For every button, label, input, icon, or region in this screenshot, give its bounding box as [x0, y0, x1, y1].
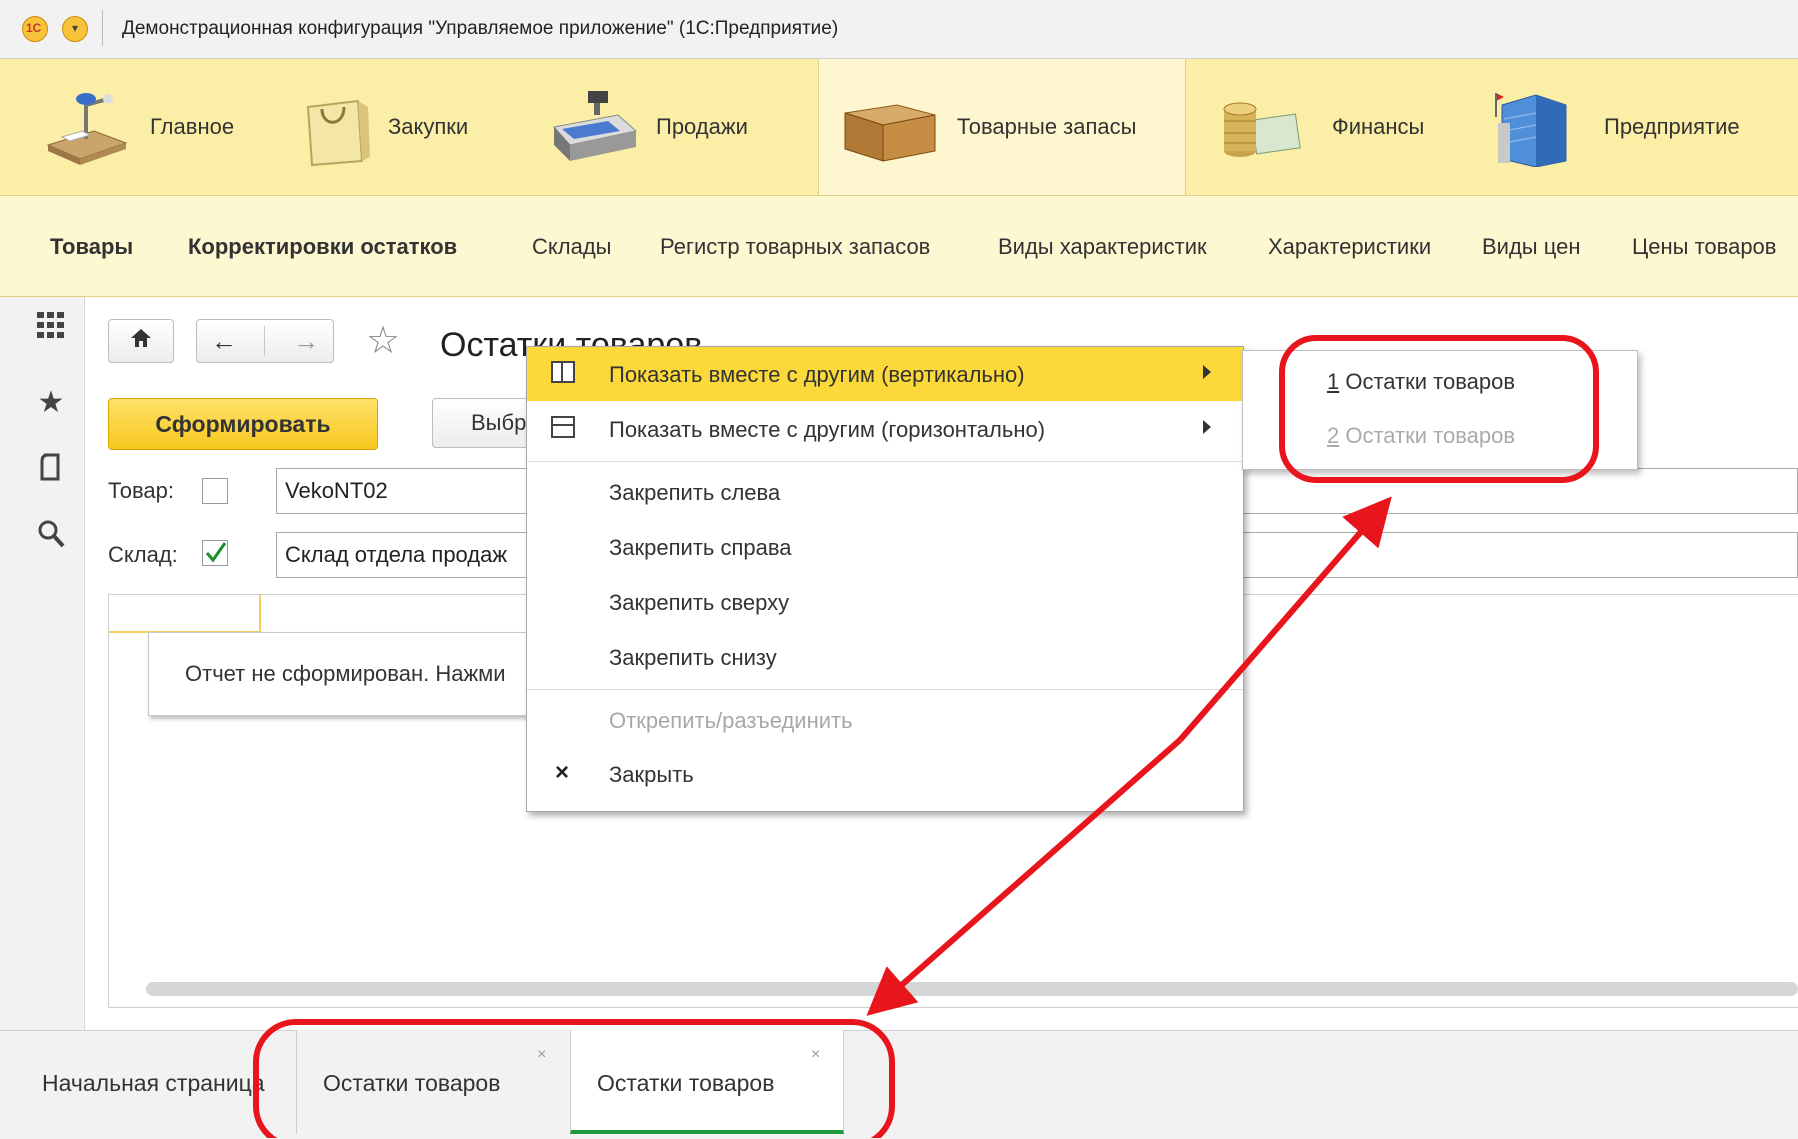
section-label: Закупки — [388, 114, 469, 139]
tab-home-page[interactable]: Начальная страница — [0, 1030, 296, 1134]
submenu-item-2: 2 Остатки товаров — [1327, 423, 1515, 449]
search-icon[interactable] — [34, 519, 68, 556]
menu-item-label: Закрепить справа — [609, 535, 792, 560]
apps-grid-icon[interactable] — [34, 311, 68, 346]
cash-register-icon — [548, 87, 638, 167]
section-purchases[interactable]: Закупки — [300, 59, 468, 195]
star-icon[interactable]: ★ — [34, 385, 68, 420]
menu-item-label: Показать вместе с другим (вертикально) — [609, 362, 1025, 387]
nav-products[interactable]: Товары — [50, 234, 133, 260]
forward-arrow-icon[interactable]: → — [293, 326, 319, 357]
tool-panel: ★ — [0, 297, 85, 1030]
home-button[interactable] — [108, 319, 174, 363]
history-icon[interactable] — [34, 453, 68, 490]
menu-item-pin-top[interactable]: Закрепить сверху — [527, 575, 1243, 629]
submenu-item-label: Остатки товаров — [1339, 423, 1516, 448]
menu-separator — [527, 689, 1243, 690]
menu-item-label: Закрепить слева — [609, 480, 781, 505]
favorite-star-icon[interactable]: ☆ — [366, 318, 400, 363]
menu-separator — [527, 461, 1243, 462]
section-label: Главное — [150, 114, 235, 139]
section-sales[interactable]: Продажи — [548, 59, 748, 195]
subsection-nav: Товары Корректировки остатков Склады Рег… — [0, 196, 1798, 297]
close-icon: × — [555, 759, 570, 786]
split-horizontal-icon — [551, 416, 575, 438]
title-bar: 1С ▾ Демонстрационная конфигурация "Упра… — [0, 0, 1798, 59]
menu-item-label: Закрыть — [609, 762, 694, 787]
tab-label: Начальная страница — [42, 1070, 265, 1096]
split-vertical-icon — [551, 361, 575, 383]
main-menu-button[interactable]: ▾ — [62, 16, 88, 42]
desk-lamp-icon — [42, 87, 132, 167]
menu-item-label: Закрепить сверху — [609, 590, 790, 615]
report-corner-cell — [109, 595, 261, 633]
section-finance[interactable]: Финансы — [1218, 59, 1424, 195]
menu-item-close[interactable]: × Закрыть — [527, 747, 1243, 801]
nav-arrows: ← → — [196, 319, 334, 363]
warehouse-label: Склад: — [108, 542, 178, 567]
nav-price-types[interactable]: Виды цен — [1482, 234, 1580, 260]
home-icon — [130, 328, 152, 354]
nav-warehouses[interactable]: Склады — [532, 234, 611, 260]
generate-button[interactable]: Сформировать — [108, 398, 378, 450]
section-main[interactable]: Главное — [42, 59, 234, 195]
section-inventory[interactable]: Товарные запасы — [818, 59, 1186, 195]
section-label: Товарные запасы — [957, 114, 1137, 139]
title-separator — [102, 10, 103, 46]
menu-item-unpin: Открепить/разъединить — [527, 693, 1243, 747]
horizontal-scrollbar[interactable] — [146, 982, 1798, 996]
nav-stock-adjustments[interactable]: Корректировки остатков — [188, 234, 457, 260]
divider — [264, 326, 266, 356]
nav-characteristics[interactable]: Характеристики — [1268, 234, 1431, 260]
app-logo-icon[interactable]: 1С — [22, 16, 48, 42]
submenu-arrow-icon — [1203, 420, 1211, 434]
checkmark-icon — [205, 542, 227, 563]
section-label: Финансы — [1332, 114, 1425, 139]
shopping-bag-icon — [300, 87, 370, 167]
menu-item-label: Показать вместе с другим (горизонтально) — [609, 417, 1046, 442]
menu-item-label: Открепить/разъединить — [609, 708, 853, 733]
warehouse-checkbox[interactable] — [202, 540, 228, 566]
tab-label: Остатки товаров — [323, 1070, 501, 1096]
close-tab-icon[interactable]: × — [811, 1046, 820, 1064]
section-enterprise[interactable]: Предприятие — [1492, 59, 1740, 195]
menu-item-show-horizontal[interactable]: Показать вместе с другим (горизонтально) — [527, 402, 1243, 456]
menu-item-pin-right[interactable]: Закрепить справа — [527, 520, 1243, 574]
tab-stock-balances-2[interactable]: × Остатки товаров — [570, 1030, 844, 1134]
submenu-arrow-icon — [1203, 365, 1211, 379]
section-label: Предприятие — [1604, 114, 1740, 139]
close-tab-icon[interactable]: × — [537, 1046, 546, 1064]
tab-label: Остатки товаров — [597, 1070, 775, 1096]
window-context-menu: Показать вместе с другим (вертикально) П… — [526, 346, 1244, 812]
submenu-item-number: 2 — [1327, 423, 1340, 448]
tab-stock-balances-1[interactable]: × Остатки товаров — [296, 1030, 571, 1134]
section-label: Продажи — [656, 114, 748, 139]
product-label: Товар: — [108, 478, 174, 503]
nav-characteristic-types[interactable]: Виды характеристик — [998, 234, 1207, 260]
sections-panel: Главное Закупки Продажи Товарные запасы … — [0, 59, 1798, 196]
notice-text: Отчет не сформирован. Нажми — [185, 661, 506, 686]
box-icon — [841, 87, 939, 167]
back-arrow-icon[interactable]: ← — [211, 326, 237, 357]
window-submenu: 1 Остатки товаров 2 Остатки товаров — [1242, 350, 1638, 470]
window-title: Демонстрационная конфигурация "Управляем… — [122, 18, 839, 39]
nav-product-prices[interactable]: Цены товаров — [1632, 234, 1776, 260]
submenu-item-1[interactable]: 1 Остатки товаров — [1327, 369, 1515, 395]
menu-item-pin-bottom[interactable]: Закрепить снизу — [527, 630, 1243, 684]
menu-item-show-vertical[interactable]: Показать вместе с другим (вертикально) — [527, 347, 1243, 401]
nav-stock-register[interactable]: Регистр товарных запасов — [660, 234, 930, 260]
menu-item-label: Закрепить снизу — [609, 645, 777, 670]
submenu-item-number: 1 — [1327, 369, 1340, 394]
submenu-item-label: Остатки товаров — [1339, 369, 1516, 394]
product-checkbox[interactable] — [202, 478, 228, 504]
menu-item-pin-left[interactable]: Закрепить слева — [527, 465, 1243, 519]
building-icon — [1492, 87, 1576, 168]
coins-icon — [1218, 87, 1304, 167]
